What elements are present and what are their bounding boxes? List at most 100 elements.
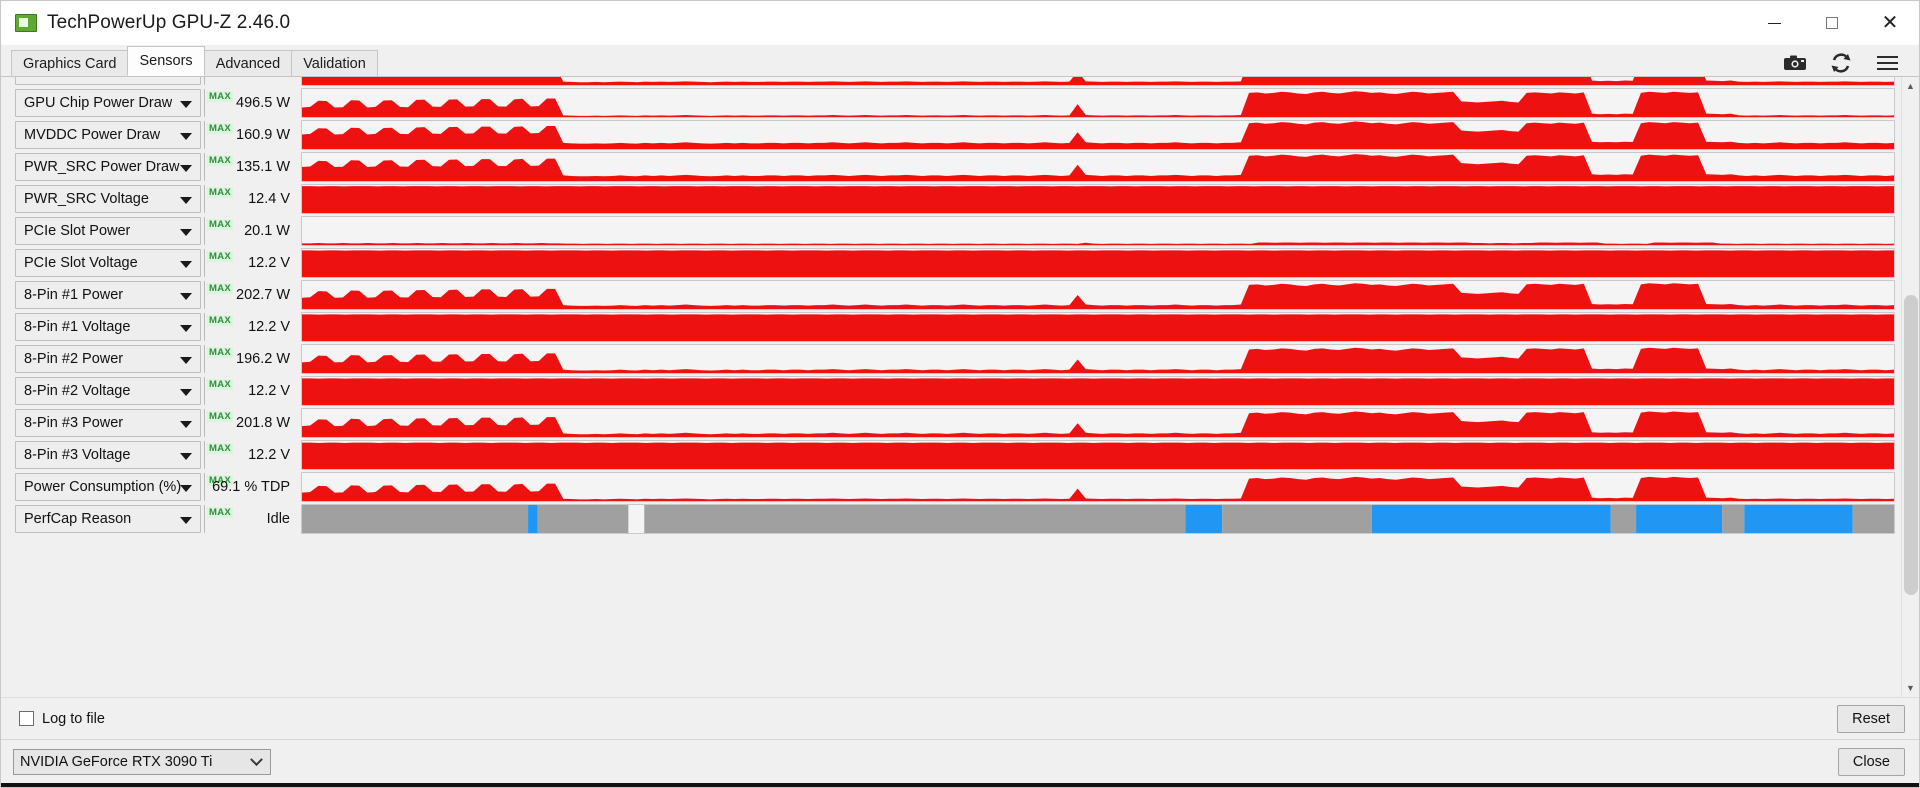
sensor-value-text: 202.7 W: [236, 287, 290, 303]
sensor-value-cell[interactable]: MAX 12.2 V: [204, 313, 296, 341]
caret-down-icon: [180, 293, 192, 300]
sensor-select-pcie-slot-voltage[interactable]: PCIe Slot Voltage: [15, 249, 201, 277]
sensor-name-label: 8-Pin #3 Voltage: [24, 447, 131, 463]
sensor-value-cell[interactable]: MAX 69.1 % TDP: [204, 473, 296, 501]
sensor-row: PWR_SRC Power Draw MAX 135.1 W: [1, 151, 1901, 183]
sensor-value-cell[interactable]: MAX 196.2 W: [204, 345, 296, 373]
gpuz-window: TechPowerUp GPU-Z 2.46.0 ✕ Graphics Card…: [0, 0, 1920, 788]
sensor-value-cell[interactable]: MAX 12.2 V: [204, 249, 296, 277]
log-to-file-checkbox[interactable]: [19, 711, 34, 726]
sensor-row: PCIe Slot Voltage MAX 12.2 V: [1, 247, 1901, 279]
sensor-value-cell[interactable]: MAX 201.8 W: [204, 409, 296, 437]
sensor-graph-pwr-src-power-draw: [301, 152, 1895, 182]
sensor-select-gpu-chip-power-draw[interactable]: GPU Chip Power Draw: [15, 89, 201, 117]
sensor-select-8-pin-2-power[interactable]: 8-Pin #2 Power: [15, 345, 201, 373]
sensor-name-label: Board Power Draw: [16, 77, 146, 79]
tab-graphics-card[interactable]: Graphics Card: [11, 50, 129, 76]
minimize-icon[interactable]: [1745, 1, 1803, 45]
sensor-row: Power Consumption (%) MAX 69.1 % TDP: [1, 471, 1901, 503]
maximize-icon[interactable]: [1803, 1, 1861, 45]
sensor-value-cell[interactable]: MAX 12.2 V: [204, 377, 296, 405]
sensor-select-board-power-draw[interactable]: Board Power Draw: [15, 77, 201, 85]
tab-validation[interactable]: Validation: [291, 50, 378, 76]
tab-advanced[interactable]: Advanced: [203, 50, 293, 76]
sensor-select-perfcap-reason[interactable]: PerfCap Reason: [15, 505, 201, 533]
sensor-value-text: 12.2 V: [248, 319, 290, 335]
sensor-name-label: PWR_SRC Power Draw: [24, 159, 180, 175]
sensor-value-text: 496.5 W: [236, 95, 290, 111]
camera-icon[interactable]: [1783, 52, 1807, 74]
caret-down-icon: [180, 357, 192, 364]
max-badge: MAX: [207, 443, 234, 454]
sensor-value-cell[interactable]: MAX 202.7 W: [204, 281, 296, 309]
max-badge: MAX: [207, 283, 234, 294]
caret-down-icon: [180, 389, 192, 396]
sensor-select-mvddc-power-draw[interactable]: MVDDC Power Draw: [15, 121, 201, 149]
max-badge: MAX: [207, 91, 234, 102]
sensor-select-pwr-src-voltage[interactable]: PWR_SRC Voltage: [15, 185, 201, 213]
sensor-value-cell[interactable]: MAX 12.4 V: [204, 185, 296, 213]
sensor-graph-power-consumption: [301, 472, 1895, 502]
sensor-rows: Board Power DrawMAX615.7 WGPU Chip Power…: [1, 77, 1901, 535]
caret-down-icon: [180, 165, 192, 172]
sensor-value-text: 196.2 W: [236, 351, 290, 367]
sensor-value-cell[interactable]: MAX Idle: [204, 505, 296, 533]
sensor-list-area: Board Power DrawMAX615.7 WGPU Chip Power…: [1, 77, 1919, 697]
gpu-select-dropdown[interactable]: NVIDIA GeForce RTX 3090 Ti: [13, 748, 271, 775]
sensor-name-label: GPU Chip Power Draw: [24, 95, 173, 111]
sensor-value-cell[interactable]: MAX615.7 W: [204, 77, 296, 85]
sensor-select-8-pin-1-power[interactable]: 8-Pin #1 Power: [15, 281, 201, 309]
sensor-select-8-pin-1-voltage[interactable]: 8-Pin #1 Voltage: [15, 313, 201, 341]
sensor-name-label: 8-Pin #1 Power: [24, 287, 124, 303]
chevron-down-icon: [250, 752, 263, 766]
sensor-row: Board Power Draw MAX615.7 W: [1, 77, 1901, 87]
sensor-value-cell[interactable]: MAX 20.1 W: [204, 217, 296, 245]
sensor-select-8-pin-2-voltage[interactable]: 8-Pin #2 Voltage: [15, 377, 201, 405]
reset-button[interactable]: Reset: [1837, 705, 1905, 733]
sensor-value-text: 615.7 W: [236, 77, 290, 79]
hamburger-menu-icon[interactable]: [1875, 52, 1899, 74]
sensor-name-label: 8-Pin #2 Power: [24, 351, 124, 367]
sensor-row: 8-Pin #2 Voltage MAX 12.2 V: [1, 375, 1901, 407]
sensor-row: 8-Pin #3 Power MAX 201.8 W: [1, 407, 1901, 439]
sensor-value-text: Idle: [266, 511, 290, 527]
sensor-graph-gpu-chip-power-draw: [301, 88, 1895, 118]
tab-sensors[interactable]: Sensors: [127, 46, 205, 76]
close-button[interactable]: Close: [1837, 747, 1905, 776]
sensor-row: 8-Pin #3 Voltage MAX 12.2 V: [1, 439, 1901, 471]
tab-strip: Graphics Card Sensors Advanced Validatio…: [1, 45, 1919, 77]
sensor-graph-pcie-slot-power: [301, 216, 1895, 246]
sensor-select-8-pin-3-voltage[interactable]: 8-Pin #3 Voltage: [15, 441, 201, 469]
caret-down-icon: [180, 453, 192, 460]
sensor-row: PWR_SRC Voltage MAX 12.4 V: [1, 183, 1901, 215]
scroll-down-icon[interactable]: ▼: [1902, 679, 1920, 697]
sensor-value-cell[interactable]: MAX 496.5 W: [204, 89, 296, 117]
sensor-select-pwr-src-power-draw[interactable]: PWR_SRC Power Draw: [15, 153, 201, 181]
close-icon[interactable]: ✕: [1861, 1, 1919, 45]
sensor-value-text: 160.9 W: [236, 127, 290, 143]
sensor-row: 8-Pin #1 Voltage MAX 12.2 V: [1, 311, 1901, 343]
max-badge: MAX: [207, 155, 234, 166]
refresh-icon[interactable]: [1829, 52, 1853, 74]
sensor-value-cell[interactable]: MAX 12.2 V: [204, 441, 296, 469]
sensor-graph-pcie-slot-voltage: [301, 248, 1895, 278]
sensors-scrollbar[interactable]: ▲ ▼: [1901, 77, 1919, 697]
sensor-select-power-consumption[interactable]: Power Consumption (%): [15, 473, 201, 501]
sensor-select-8-pin-3-power[interactable]: 8-Pin #3 Power: [15, 409, 201, 437]
max-badge: MAX: [207, 347, 234, 358]
gpu-select-value: NVIDIA GeForce RTX 3090 Ti: [20, 753, 213, 770]
sensor-name-label: MVDDC Power Draw: [24, 127, 161, 143]
scrollbar-track[interactable]: [1902, 95, 1920, 679]
sensor-select-pcie-slot-power[interactable]: PCIe Slot Power: [15, 217, 201, 245]
sensor-value-text: 12.2 V: [248, 447, 290, 463]
window-controls: ✕: [1745, 1, 1919, 45]
scroll-up-icon[interactable]: ▲: [1902, 77, 1920, 95]
sensor-value-cell[interactable]: MAX 160.9 W: [204, 121, 296, 149]
sensor-name-label: 8-Pin #3 Power: [24, 415, 124, 431]
sensor-value-cell[interactable]: MAX 135.1 W: [204, 153, 296, 181]
max-badge: MAX: [207, 379, 234, 390]
sensor-row: GPU Chip Power Draw MAX 496.5 W: [1, 87, 1901, 119]
max-badge: MAX: [207, 251, 234, 262]
scrollbar-thumb[interactable]: [1903, 295, 1918, 595]
sensor-row: 8-Pin #1 Power MAX 202.7 W: [1, 279, 1901, 311]
